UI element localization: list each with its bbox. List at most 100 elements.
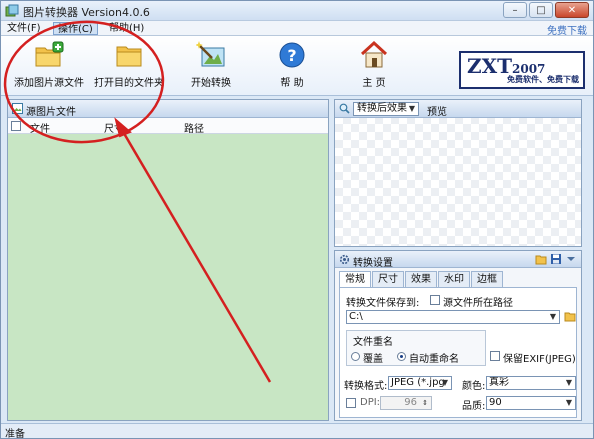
- menu-help[interactable]: 帮助(H): [105, 22, 148, 35]
- home-label: 主 页: [362, 78, 386, 89]
- color-value: 真彩: [489, 377, 509, 388]
- dpi-value: 96: [404, 397, 417, 408]
- magnifier-icon: [339, 103, 350, 114]
- download-link[interactable]: 免费下载: [547, 22, 587, 37]
- image-list-icon: [12, 103, 23, 114]
- add-source-label: 添加图片源文件: [14, 78, 84, 89]
- logo-tagline: 免费软件、免费下载: [507, 75, 579, 84]
- tab-watermark[interactable]: 水印: [438, 271, 470, 287]
- save-path-input[interactable]: C:\ ▼: [346, 310, 560, 324]
- format-select[interactable]: JPEG (*.jpg ▼: [388, 376, 452, 390]
- home-button[interactable]: 主 页: [353, 40, 395, 92]
- quality-select[interactable]: 90 ▼: [486, 396, 576, 410]
- color-label: 颜色:: [462, 381, 486, 392]
- start-convert-label: 开始转换: [191, 78, 231, 89]
- overwrite-label: 覆盖: [363, 354, 383, 365]
- open-folder-icon: [535, 255, 547, 265]
- folder-icon: [116, 46, 142, 67]
- home-icon: [360, 40, 388, 68]
- spinner-arrows-icon: ⇕: [422, 399, 428, 407]
- help-button[interactable]: ? 帮 助: [271, 40, 313, 92]
- format-label: 转换格式:: [344, 381, 388, 392]
- dpi-label: DPI:: [360, 397, 381, 408]
- column-path[interactable]: 路径: [184, 120, 204, 135]
- toolbar: 添加图片源文件 打开目的文件夹 开始转换 ? 帮 助 主 页 ZXT2007 免…: [1, 36, 593, 96]
- open-dest-folder-label: 打开目的文件夹: [94, 78, 164, 89]
- menu-bar: 文件(F) 操作(C) 帮助(H) 免费下载: [1, 21, 593, 37]
- save-to-label: 转换文件保存到:: [346, 298, 420, 309]
- quality-value: 90: [489, 397, 502, 408]
- column-file[interactable]: 文件: [30, 120, 50, 135]
- auto-rename-radio[interactable]: [397, 352, 406, 361]
- auto-rename-label: 自动重命名: [409, 354, 459, 365]
- convert-wand-icon: [196, 41, 225, 67]
- svg-text:?: ?: [287, 46, 296, 65]
- select-all-checkbox[interactable]: [11, 121, 21, 131]
- help-label: 帮 助: [280, 78, 304, 89]
- chevron-down-icon: ▼: [565, 378, 573, 387]
- chevron-down-icon: [567, 257, 575, 261]
- dpi-checkbox[interactable]: [346, 398, 356, 408]
- menu-operate[interactable]: 操作(C): [53, 22, 98, 35]
- tab-size[interactable]: 尺寸: [372, 271, 404, 287]
- rename-group: 文件重名 覆盖 自动重命名: [346, 330, 486, 366]
- save-settings-button[interactable]: [550, 253, 562, 265]
- add-folder-icon: [35, 41, 64, 67]
- settings-title: 转换设置: [353, 258, 393, 269]
- menu-file[interactable]: 文件(F): [3, 22, 45, 35]
- maximize-icon: □: [536, 4, 546, 16]
- status-text: 准备: [5, 429, 25, 439]
- browse-folder-icon[interactable]: [564, 310, 576, 322]
- source-panel-header: 源图片文件: [8, 100, 328, 118]
- gear-icon: [339, 254, 350, 265]
- tab-general[interactable]: 常规: [339, 271, 371, 288]
- maximize-button[interactable]: □: [529, 2, 553, 18]
- open-dest-folder-button[interactable]: 打开目的文件夹: [94, 40, 164, 92]
- column-size[interactable]: 尺寸: [104, 120, 124, 135]
- dpi-stepper[interactable]: 96 ⇕: [380, 396, 432, 410]
- settings-header: 转换设置: [335, 251, 581, 269]
- zxt-logo: ZXT2007 免费软件、免费下载: [459, 51, 585, 89]
- keep-exif-checkbox[interactable]: [490, 351, 500, 361]
- color-select[interactable]: 真彩 ▼: [486, 376, 576, 390]
- source-files-panel: 源图片文件 文件 尺寸 路径: [7, 99, 329, 421]
- quality-label: 品质:: [462, 401, 486, 412]
- chevron-down-icon: ▼: [549, 312, 557, 321]
- app-window: 图片转换器 Version4.0.6 – □ ✕ 文件(F) 操作(C) 帮助(…: [0, 0, 594, 439]
- minimize-button[interactable]: –: [503, 2, 527, 18]
- source-path-label: 源文件所在路径: [443, 298, 513, 309]
- close-icon: ✕: [567, 4, 577, 16]
- overwrite-radio[interactable]: [351, 352, 360, 361]
- conversion-settings-panel: 转换设置 常规 尺寸 效果 水印 边框 转换文件保存到: 源文件所在路径 C:\…: [334, 250, 582, 421]
- chevron-down-icon: ▼: [408, 104, 416, 113]
- save-disk-icon: [551, 254, 561, 264]
- collapse-settings-button[interactable]: [565, 253, 577, 265]
- format-value: JPEG (*.jpg: [391, 377, 445, 388]
- close-button[interactable]: ✕: [555, 2, 589, 18]
- general-tab-body: 转换文件保存到: 源文件所在路径 C:\ ▼ 文件重名 覆盖 自动重命名 保留E…: [339, 287, 577, 418]
- file-list-header: 文件 尺寸 路径: [8, 118, 328, 135]
- window-title: 图片转换器 Version4.0.6: [23, 6, 150, 19]
- start-convert-button[interactable]: 开始转换: [185, 40, 237, 92]
- keep-exif-label: 保留EXIF(JPEG): [503, 354, 576, 365]
- window-controls: – □ ✕: [503, 2, 589, 18]
- tab-border[interactable]: 边框: [471, 271, 503, 287]
- add-source-button[interactable]: 添加图片源文件: [14, 40, 84, 92]
- settings-actions: [535, 253, 577, 265]
- logo-main: ZXT: [467, 54, 512, 78]
- preview-panel-header: 转换后效果 ▼ 预览: [335, 100, 581, 118]
- source-path-checkbox[interactable]: [430, 295, 440, 305]
- effect-select-value: 转换后效果: [357, 103, 407, 114]
- save-path-value: C:\: [349, 311, 363, 322]
- effect-select[interactable]: 转换后效果 ▼: [353, 102, 419, 116]
- app-icon: [5, 4, 19, 17]
- minimize-icon: –: [512, 4, 518, 16]
- tab-effect[interactable]: 效果: [405, 271, 437, 287]
- chevron-down-icon: ▼: [565, 398, 573, 407]
- settings-tabs: 常规 尺寸 效果 水印 边框: [339, 271, 504, 288]
- open-settings-button[interactable]: [535, 253, 547, 265]
- status-bar: 准备: [1, 423, 593, 439]
- source-panel-title: 源图片文件: [26, 107, 76, 118]
- preview-panel: 转换后效果 ▼ 预览: [334, 99, 582, 247]
- title-bar[interactable]: 图片转换器 Version4.0.6 – □ ✕: [1, 1, 593, 21]
